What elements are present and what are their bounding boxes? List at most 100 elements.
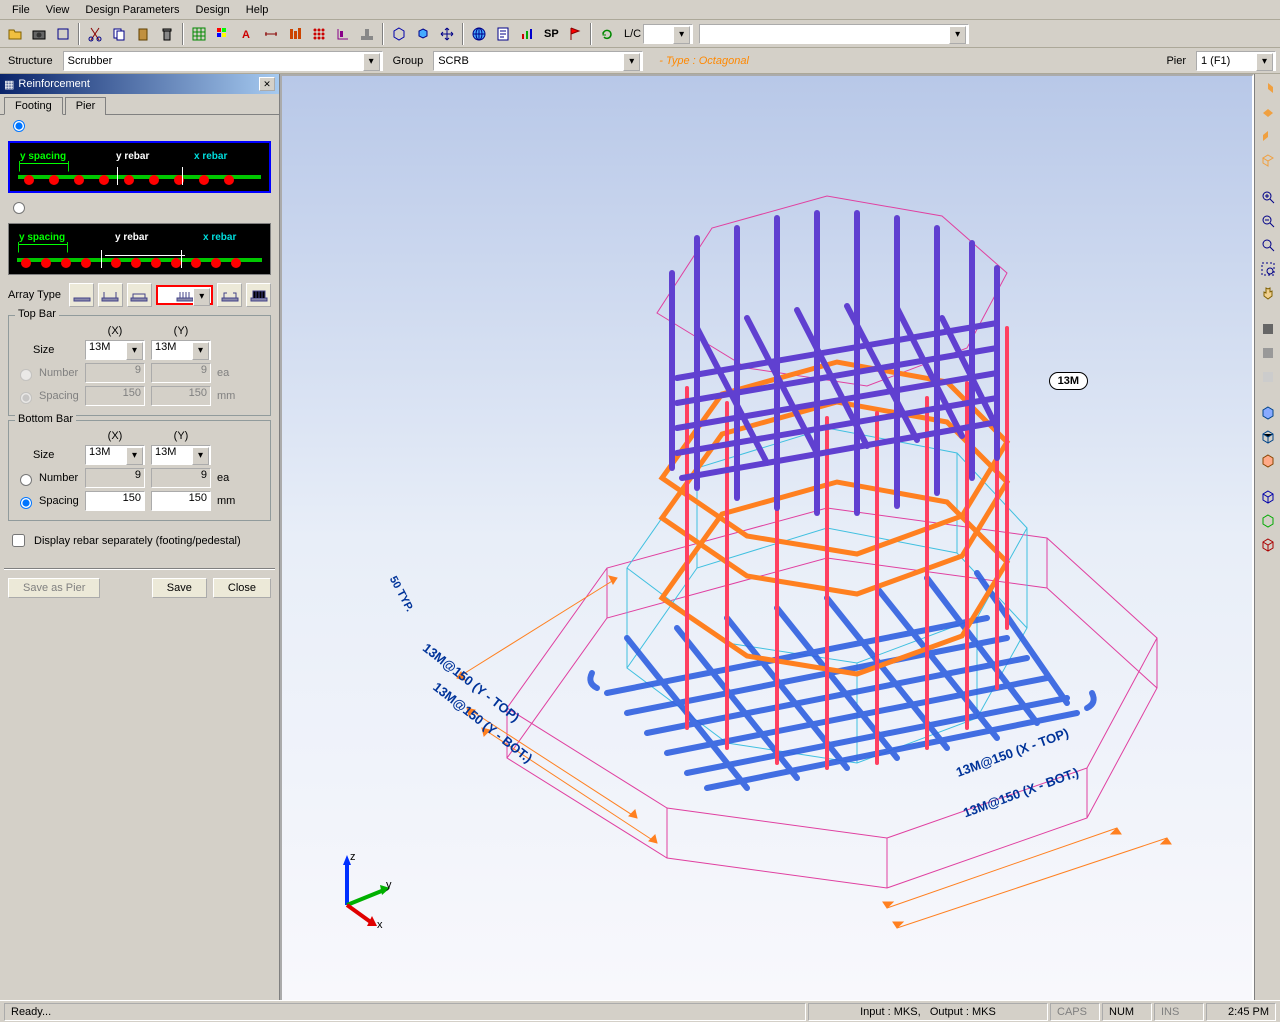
menu-help[interactable]: Help — [238, 4, 277, 16]
wireframe-2-icon[interactable] — [1257, 510, 1279, 532]
pier-label: Pier — [1162, 55, 1190, 67]
flag-icon[interactable] — [564, 23, 586, 45]
colors-icon[interactable] — [212, 23, 234, 45]
main-toolbar: A SP L/C — [0, 20, 1280, 48]
open-icon[interactable] — [4, 23, 26, 45]
cube-3-icon[interactable] — [1257, 450, 1279, 472]
view-front-icon[interactable] — [1257, 78, 1279, 100]
text-icon[interactable]: A — [236, 23, 258, 45]
view-top-icon[interactable] — [1257, 102, 1279, 124]
wireframe-3-icon[interactable] — [1257, 534, 1279, 556]
top-number-radio — [20, 369, 32, 381]
top-size-y-select[interactable]: 13M — [151, 340, 211, 360]
copy-icon[interactable] — [108, 23, 130, 45]
rebar-grid-icon[interactable] — [308, 23, 330, 45]
array-type-3[interactable] — [127, 283, 152, 307]
grid-icon[interactable] — [188, 23, 210, 45]
top-bar-title: Top Bar — [15, 308, 59, 320]
bot-number-radio[interactable] — [20, 474, 32, 486]
rebar-layout-diagram-2[interactable]: y spacing y rebar x rebar || — [8, 223, 271, 275]
structure-label: Structure — [4, 55, 57, 67]
shade-2-icon[interactable] — [1257, 342, 1279, 364]
status-caps: CAPS — [1050, 1003, 1100, 1021]
tab-pier[interactable]: Pier — [65, 97, 107, 115]
menu-design[interactable]: Design — [188, 4, 238, 16]
globe-icon[interactable] — [468, 23, 490, 45]
top-size-label: Size — [15, 344, 79, 356]
status-units: Input : MKS, Output : MKS — [808, 1003, 1048, 1021]
pier-combo[interactable]: 1 (F1) — [1196, 51, 1276, 71]
section-icon[interactable] — [332, 23, 354, 45]
structure-combo[interactable]: Scrubber — [63, 51, 383, 71]
menu-file[interactable]: File — [4, 4, 38, 16]
zoom-in-icon[interactable] — [1257, 186, 1279, 208]
view-iso-icon[interactable] — [1257, 150, 1279, 172]
bot-spacing-x-input[interactable]: 150 — [85, 491, 145, 511]
cube-2-icon[interactable] — [1257, 426, 1279, 448]
paste-icon[interactable] — [132, 23, 154, 45]
refresh-icon[interactable] — [596, 23, 618, 45]
camera-icon[interactable] — [28, 23, 50, 45]
bot-spacing-radio[interactable] — [20, 497, 32, 509]
panel-icon: ▦ — [4, 78, 14, 91]
top-number-x-input: 9 — [85, 363, 145, 383]
foundation-icon[interactable] — [356, 23, 378, 45]
zoom-window-icon[interactable] — [1257, 258, 1279, 280]
snap-icon[interactable] — [52, 23, 74, 45]
bot-size-x-select[interactable]: 13M — [85, 445, 145, 465]
group-combo[interactable]: SCRB — [433, 51, 643, 71]
pan-icon[interactable] — [1257, 282, 1279, 304]
iso-view-icon[interactable] — [412, 23, 434, 45]
rebar-layout-radio-1[interactable] — [13, 120, 25, 132]
svg-text:x: x — [377, 919, 383, 930]
zoom-out-icon[interactable] — [1257, 210, 1279, 232]
axis-gizmo: z y x — [322, 850, 402, 930]
chart-icon[interactable] — [516, 23, 538, 45]
close-button[interactable]: Close — [213, 578, 271, 598]
svg-text:z: z — [350, 851, 356, 863]
array-type-2[interactable] — [98, 283, 123, 307]
svg-text:y: y — [386, 879, 392, 891]
zoom-fit-icon[interactable] — [1257, 234, 1279, 256]
tab-footing[interactable]: Footing — [4, 97, 63, 115]
cube-1-icon[interactable] — [1257, 402, 1279, 424]
top-size-x-select[interactable]: 13M — [85, 340, 145, 360]
bot-size-y-select[interactable]: 13M — [151, 445, 211, 465]
wireframe-1-icon[interactable] — [1257, 486, 1279, 508]
rebar-layout-diagram-1[interactable]: y spacing y rebar x rebar || — [8, 141, 271, 193]
close-icon[interactable]: ✕ — [259, 77, 275, 91]
column-icon[interactable] — [284, 23, 306, 45]
bottom-bar-title: Bottom Bar — [15, 413, 76, 425]
svg-text:SP: SP — [544, 28, 559, 40]
move-icon[interactable] — [436, 23, 458, 45]
save-button[interactable]: Save — [152, 578, 207, 598]
array-type-5[interactable] — [217, 283, 242, 307]
bot-number-y-input: 9 — [151, 468, 211, 488]
shade-3-icon[interactable] — [1257, 366, 1279, 388]
shade-1-icon[interactable] — [1257, 318, 1279, 340]
cut-icon[interactable] — [84, 23, 106, 45]
menu-view[interactable]: View — [38, 4, 78, 16]
3d-view-icon[interactable] — [388, 23, 410, 45]
lc-small-combo[interactable] — [643, 24, 693, 44]
array-type-4[interactable] — [156, 285, 214, 305]
array-type-6[interactable] — [246, 283, 271, 307]
dimension-icon[interactable] — [260, 23, 282, 45]
3d-viewport[interactable]: 13M 13M@150 (X - TOP) 13M@150 (X - BOT.)… — [280, 74, 1254, 1002]
top-spacing-radio — [20, 392, 32, 404]
view-right-icon[interactable] — [1257, 126, 1279, 148]
status-ins: INS — [1154, 1003, 1204, 1021]
delete-icon[interactable] — [156, 23, 178, 45]
menu-design-parameters[interactable]: Design Parameters — [77, 4, 187, 16]
bot-spacing-y-input[interactable]: 150 — [151, 491, 211, 511]
panel-tabs: Footing Pier — [0, 94, 279, 115]
top-number-y-input: 9 — [151, 363, 211, 383]
display-rebar-checkbox[interactable] — [12, 534, 25, 547]
sp-icon[interactable]: SP — [540, 23, 562, 45]
lc-combo[interactable] — [699, 24, 969, 44]
rebar-layout-radio-2[interactable] — [13, 202, 25, 214]
array-type-1[interactable] — [69, 283, 94, 307]
array-type-label: Array Type — [8, 289, 65, 301]
report-icon[interactable] — [492, 23, 514, 45]
bottom-bar-group: Bottom Bar (X)(Y) Size 13M 13M Number 9 … — [8, 420, 271, 521]
